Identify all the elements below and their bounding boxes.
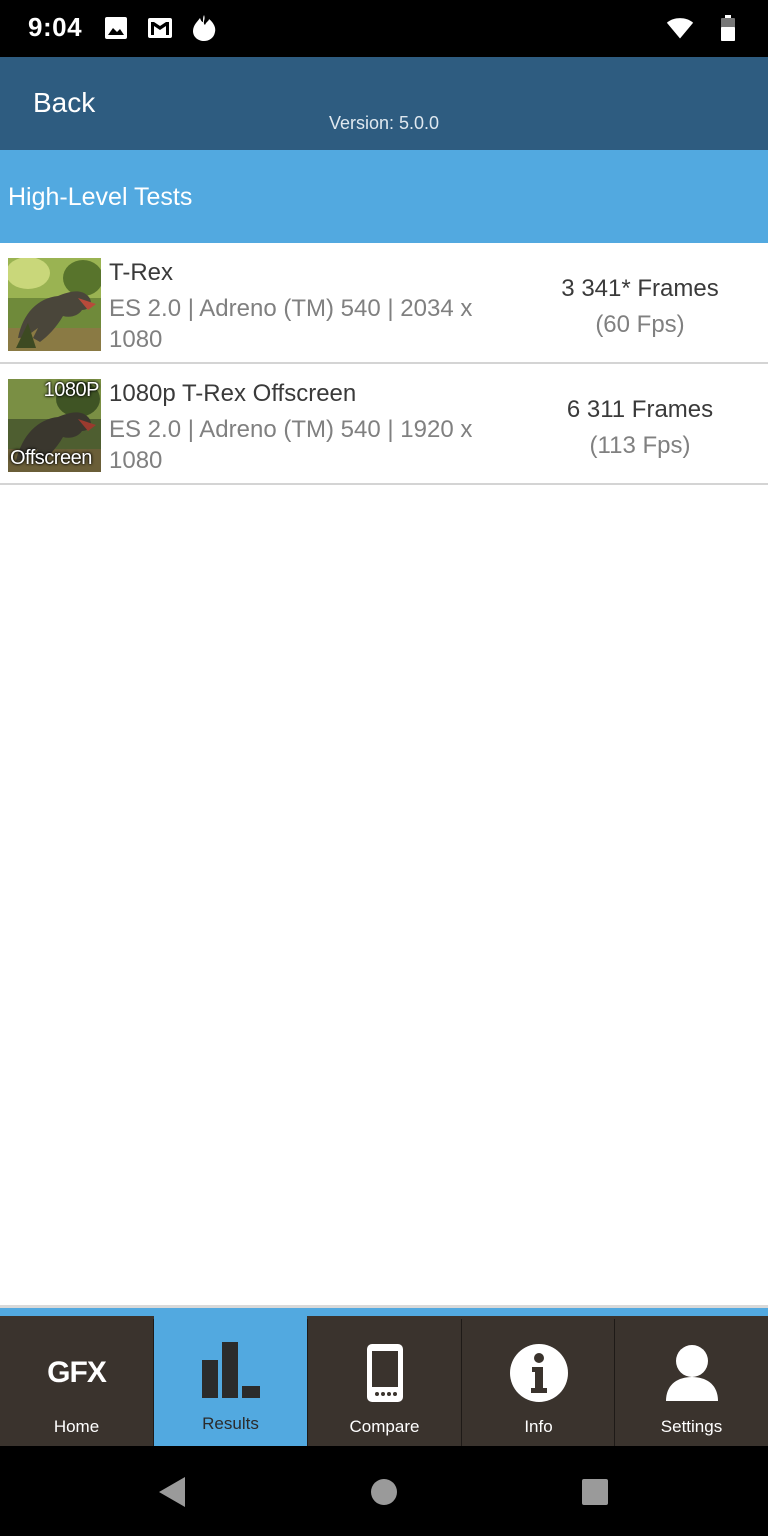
- tab-info[interactable]: Info: [462, 1319, 615, 1449]
- gfx-logo-icon: GFX: [0, 1341, 153, 1405]
- gmail-icon: [146, 14, 174, 42]
- navigation-bar: [0, 1446, 768, 1536]
- notification-icons: [102, 14, 218, 42]
- status-time: 9:04: [28, 12, 83, 42]
- system-icons: [666, 14, 742, 42]
- trex-offscreen-thumbnail: 1080P Offscreen: [8, 379, 101, 472]
- fire-icon: [190, 14, 218, 42]
- tab-label: Compare: [349, 1417, 420, 1436]
- tab-label: Results: [202, 1414, 259, 1433]
- tab-compare[interactable]: Compare: [308, 1319, 461, 1449]
- version-label: Version: 5.0.0: [328, 113, 440, 133]
- nav-back-icon[interactable]: [154, 1474, 190, 1510]
- tab-results[interactable]: Results: [154, 1316, 307, 1449]
- user-icon: [615, 1341, 768, 1405]
- result-row-trex[interactable]: T-Rex ES 2.0 | Adreno (TM) 540 | 2034 x …: [0, 243, 768, 364]
- test-details: ES 2.0 | Adreno (TM) 540 | 1920 x 1080: [109, 416, 473, 474]
- wifi-icon: [666, 14, 694, 42]
- tab-label: Settings: [660, 1417, 723, 1436]
- image-icon: [102, 14, 130, 42]
- info-icon: [462, 1341, 615, 1405]
- result-row-trex-offscreen[interactable]: 1080P Offscreen 1080p T-Rex Offscreen ES…: [0, 364, 768, 485]
- tab-label: Info: [524, 1417, 553, 1436]
- tab-label: Home: [53, 1417, 100, 1436]
- score: 3 341* Frames (60 Fps): [535, 271, 745, 343]
- thumb-bottom-text: Offscreen: [10, 447, 92, 469]
- app-bar: Back Version: 5.0.0: [0, 57, 768, 150]
- test-name: 1080p T-Rex Offscreen: [109, 380, 357, 407]
- bottom-tab-bar: GFX Home Results Compare Info Settings: [0, 1305, 768, 1449]
- phone-icon: [308, 1341, 461, 1405]
- results-list: T-Rex ES 2.0 | Adreno (TM) 540 | 2034 x …: [0, 243, 768, 485]
- tab-settings[interactable]: Settings: [615, 1319, 768, 1449]
- frames-value: 6 311 Frames: [566, 396, 714, 423]
- frames-value: 3 341* Frames: [561, 275, 719, 302]
- nav-recents-icon[interactable]: [577, 1474, 613, 1510]
- bar-chart-icon: [154, 1338, 307, 1402]
- section-header: High-Level Tests: [0, 150, 768, 243]
- nav-home-icon[interactable]: [366, 1474, 402, 1510]
- test-details: ES 2.0 | Adreno (TM) 540 | 2034 x 1080: [109, 295, 473, 353]
- gfx-logo-text: GFX: [47, 1356, 107, 1389]
- battery-icon: [714, 14, 742, 42]
- score: 6 311 Frames (113 Fps): [535, 392, 745, 464]
- tab-home[interactable]: GFX Home: [0, 1319, 153, 1449]
- status-bar: 9:04: [0, 0, 768, 57]
- fps-value: (60 Fps): [595, 311, 685, 338]
- section-title: High-Level Tests: [8, 183, 193, 211]
- fps-value: (113 Fps): [589, 432, 691, 459]
- thumb-top-text: 1080P: [43, 379, 100, 401]
- test-name: T-Rex: [109, 259, 174, 286]
- trex-thumbnail: [8, 258, 101, 351]
